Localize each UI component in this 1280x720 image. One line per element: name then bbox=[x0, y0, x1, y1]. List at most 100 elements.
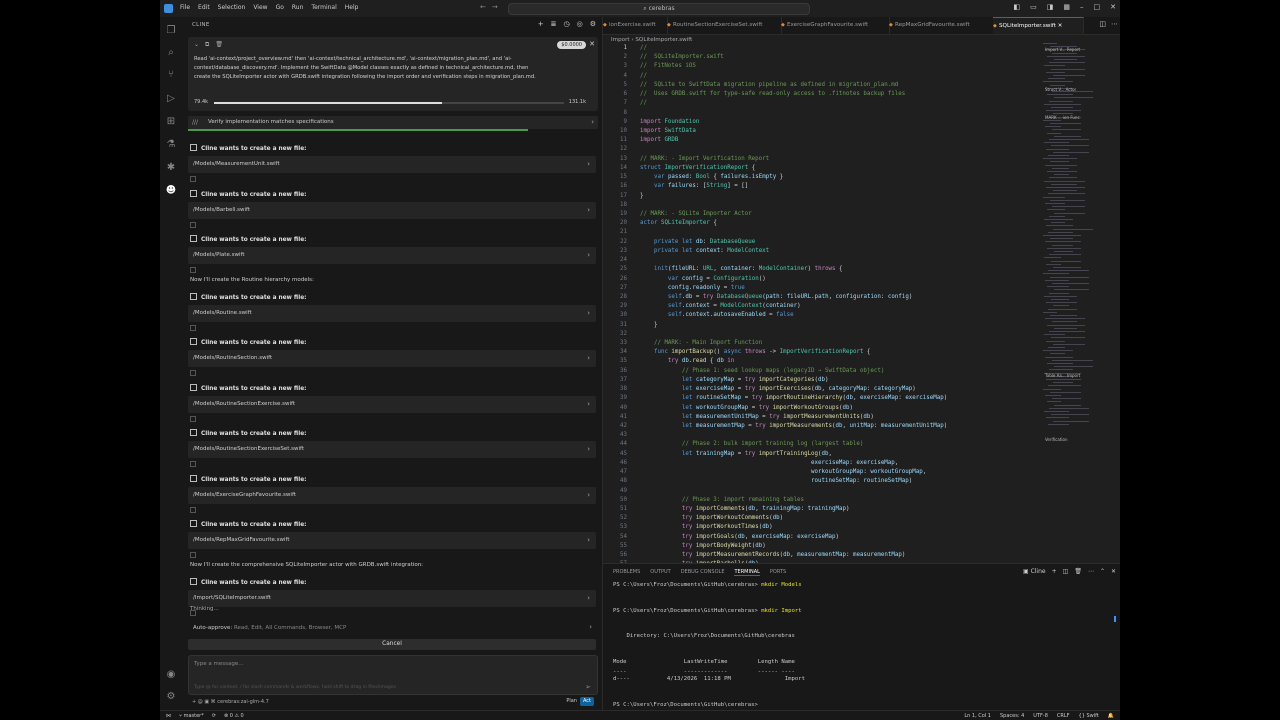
model-selector[interactable]: + @ ▣ ⌘ cerebras:zai-glm-4.7 bbox=[192, 699, 269, 705]
forward-arrow-icon[interactable]: → bbox=[492, 3, 504, 11]
close-panel-icon[interactable]: ✕ bbox=[1111, 568, 1116, 575]
split-editor-icon[interactable]: ◫ bbox=[1099, 20, 1106, 28]
collapse-chevron-icon[interactable]: ⌄ bbox=[194, 41, 199, 49]
copy-icon[interactable]: ⧉ bbox=[205, 41, 209, 49]
tab-debug-console[interactable]: DEBUG CONSOLE bbox=[681, 569, 725, 576]
account-icon[interactable]: ◉ bbox=[164, 667, 178, 681]
checkpoint-icon[interactable] bbox=[190, 552, 196, 558]
file-row[interactable]: /Import/SQLiteImporter.swift › bbox=[188, 589, 596, 607]
menu-terminal[interactable]: Terminal bbox=[311, 4, 336, 11]
command-center-search[interactable]: ⌕ cerebras bbox=[508, 3, 810, 15]
menu-file[interactable]: File bbox=[180, 4, 190, 11]
notifications-icon[interactable]: 🔔 bbox=[1108, 713, 1114, 719]
new-terminal-icon[interactable]: + bbox=[1052, 568, 1057, 575]
run-debug-icon[interactable]: ▷ bbox=[164, 91, 178, 105]
explorer-icon[interactable]: ❐ bbox=[164, 23, 178, 37]
menu-run[interactable]: Run bbox=[292, 4, 304, 11]
sync-icon[interactable]: ⟳ bbox=[212, 713, 216, 719]
testing-icon[interactable]: ⚗ bbox=[164, 137, 178, 151]
new-task-icon[interactable]: + bbox=[538, 20, 544, 28]
checkpoint-icon[interactable] bbox=[190, 370, 196, 376]
plan-mode-button[interactable]: Plan bbox=[563, 697, 580, 706]
tab-exercisegraphfavourite[interactable]: ◆ ExerciseGraphFavourite.swift bbox=[781, 17, 890, 34]
code-token: : bbox=[866, 386, 874, 393]
plugin-icon[interactable]: ✱ bbox=[164, 160, 178, 174]
checkpoint-icon[interactable] bbox=[190, 176, 196, 182]
end-of-line[interactable]: CRLF bbox=[1057, 713, 1070, 719]
tab-repmaxgridfavourite[interactable]: ◆ RepMaxGridFavourite.swift bbox=[889, 17, 994, 34]
indentation[interactable]: Spaces: 4 bbox=[1000, 713, 1024, 719]
file-row[interactable]: /Models/ExerciseGraphFavourite.swift › bbox=[188, 486, 596, 504]
tab-sqliteimporter[interactable]: ◆ SQLiteImporter.swift ✕ bbox=[993, 17, 1084, 34]
tab-ionexercise[interactable]: ◆ ionExercise.swift bbox=[603, 17, 668, 34]
file-row[interactable]: /Models/Routine.swift › bbox=[188, 304, 596, 322]
file-row[interactable]: /Models/RepMaxGridFavourite.swift › bbox=[188, 532, 596, 549]
checkpoint-row[interactable]: /// Verify implementation matches specif… bbox=[188, 116, 598, 129]
file-row[interactable]: /Models/RoutineSectionExercise.swift › bbox=[188, 395, 596, 413]
checkpoint-icon[interactable] bbox=[190, 267, 196, 273]
extensions-icon[interactable]: ⊞ bbox=[164, 114, 178, 128]
menu-help[interactable]: Help bbox=[345, 4, 359, 11]
problems-status[interactable]: ⊗ 0 ⚠ 0 bbox=[224, 713, 244, 719]
act-mode-button[interactable]: Act bbox=[579, 697, 594, 706]
history-icon[interactable]: ◷ bbox=[564, 20, 570, 28]
checkpoint-icon[interactable] bbox=[190, 506, 196, 513]
checkpoint-icon[interactable] bbox=[190, 461, 196, 467]
tab-output[interactable]: OUTPUT bbox=[650, 569, 670, 576]
language-mode[interactable]: {} Swift bbox=[1079, 713, 1099, 719]
maximize-icon[interactable]: □ bbox=[1094, 3, 1101, 11]
file-row[interactable]: /Models/Barbell.swift › bbox=[188, 201, 596, 219]
more-actions-icon[interactable]: ⋯ bbox=[1111, 20, 1118, 28]
menu-edit[interactable]: Edit bbox=[198, 4, 210, 11]
sidebar-toggle-icon[interactable]: ◨ bbox=[1047, 3, 1054, 11]
panel-toggle-icon[interactable]: ▭ bbox=[1030, 3, 1037, 11]
checkpoint-icon[interactable] bbox=[190, 221, 196, 228]
maximize-panel-icon[interactable]: ⌃ bbox=[1100, 568, 1105, 575]
account-small-icon[interactable]: ◎ bbox=[577, 20, 583, 28]
cline-settings-icon[interactable]: ⚙ bbox=[590, 20, 596, 28]
minimize-icon[interactable]: – bbox=[1080, 3, 1084, 11]
cancel-button[interactable]: Cancel bbox=[188, 639, 596, 650]
split-terminal-icon[interactable]: ◫ bbox=[1063, 568, 1069, 575]
tab-problems[interactable]: PROBLEMS bbox=[613, 569, 640, 576]
delete-icon[interactable]: 🗑 bbox=[215, 41, 223, 49]
cursor-position[interactable]: Ln 1, Col 1 bbox=[964, 713, 991, 719]
menu-go[interactable]: Go bbox=[276, 4, 284, 11]
settings-gear-icon[interactable]: ⚙ bbox=[164, 689, 178, 703]
search-activity-icon[interactable]: ⌕ bbox=[164, 45, 178, 59]
checkpoint-icon[interactable] bbox=[190, 415, 196, 422]
remote-icon[interactable]: ⋈ bbox=[166, 713, 171, 719]
menu-selection[interactable]: Selection bbox=[218, 4, 246, 11]
file-row[interactable]: /Models/MeasurementUnit.swift › bbox=[188, 156, 596, 173]
cline-icon[interactable]: ☻ bbox=[164, 183, 178, 197]
file-row[interactable]: /Models/RoutineSection.swift › bbox=[188, 350, 596, 367]
minimap-line bbox=[1047, 247, 1081, 249]
message-input[interactable]: Type a message... Type @ for context, / … bbox=[188, 655, 598, 695]
checkpoint-icon[interactable] bbox=[190, 324, 196, 331]
close-tab-icon[interactable]: ✕ bbox=[1058, 23, 1063, 29]
breadcrumb-file[interactable]: SQLiteImporter.swift bbox=[635, 37, 692, 43]
tab-routinesectionexerciseset[interactable]: ◆ RoutineSectionExerciseSet.swift bbox=[667, 17, 782, 34]
encoding[interactable]: UTF-8 bbox=[1033, 713, 1048, 719]
layout-toggle-icon[interactable]: ◧ bbox=[1014, 3, 1021, 11]
menu-view[interactable]: View bbox=[253, 4, 267, 11]
mcp-servers-icon[interactable]: ≣ bbox=[551, 20, 557, 28]
source-control-icon[interactable]: ⑂ bbox=[164, 67, 178, 81]
more-icon[interactable]: ⋯ bbox=[1088, 568, 1094, 575]
close-window-icon[interactable]: ✕ bbox=[1110, 3, 1116, 11]
kill-terminal-icon[interactable]: 🗑 bbox=[1074, 568, 1082, 575]
code-editor[interactable]: 1 // 2 // SQLiteImporter.swift 3 // FitNotes … bbox=[603, 44, 1033, 563]
branch-status[interactable]: ⑂ master* bbox=[179, 713, 204, 719]
file-row[interactable]: /Models/RoutineSectionExerciseSet.swift › bbox=[188, 441, 596, 458]
tab-terminal[interactable]: TERMINAL bbox=[734, 569, 760, 576]
breadcrumb-folder[interactable]: Import bbox=[611, 37, 630, 43]
close-task-icon[interactable]: ✕ bbox=[589, 40, 595, 48]
auto-approve-row[interactable]: Auto-approve: Read, Edit, All Commands, … bbox=[188, 622, 596, 634]
file-row[interactable]: /Models/Plate.swift › bbox=[188, 247, 596, 264]
send-icon[interactable]: ➢ bbox=[585, 683, 591, 691]
tab-ports[interactable]: PORTS bbox=[770, 569, 786, 576]
terminal-profile[interactable]: ▣ Cline bbox=[1023, 568, 1046, 575]
layout-icon[interactable]: ▦ bbox=[1063, 3, 1070, 11]
minimap[interactable]: Import V... Report Struct V... Actor MARK … bbox=[1043, 43, 1111, 563]
back-arrow-icon[interactable]: ← bbox=[480, 3, 492, 11]
